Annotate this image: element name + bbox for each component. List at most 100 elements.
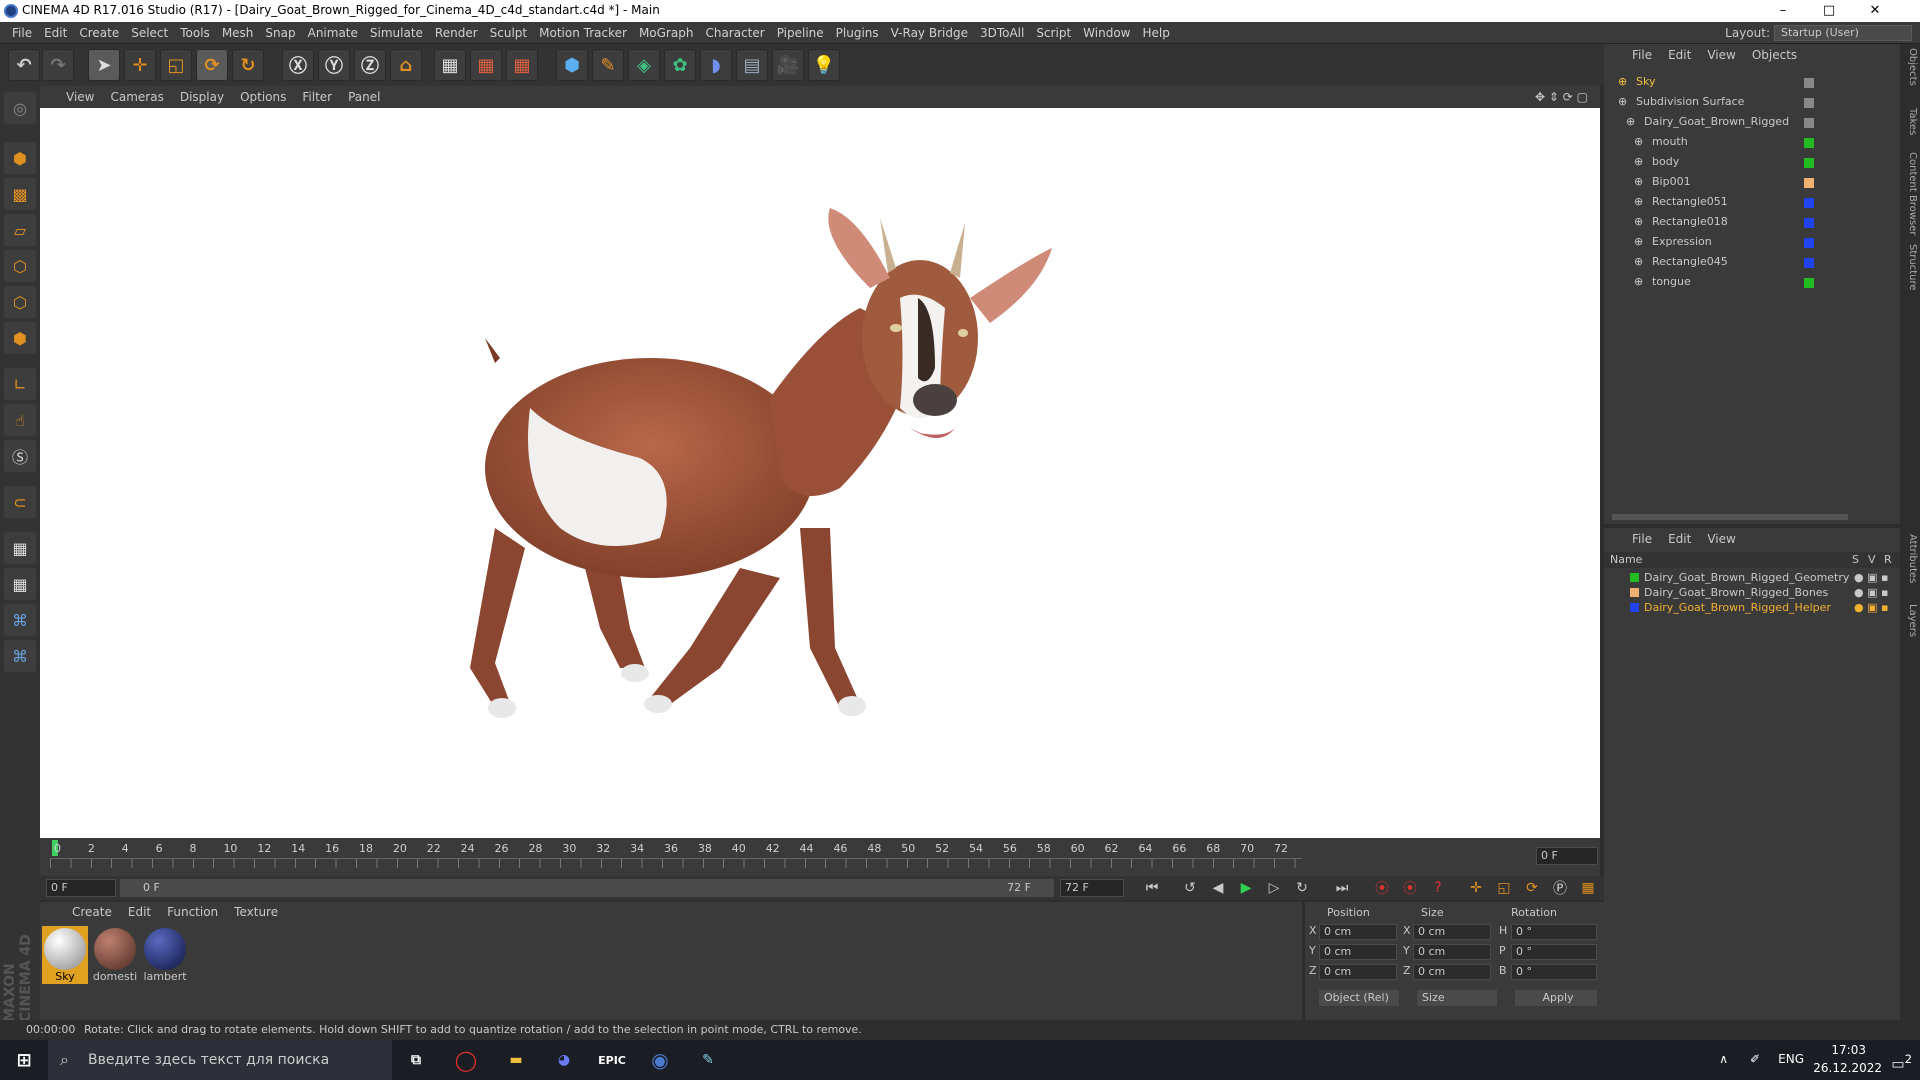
layer-color-swatch[interactable] (1804, 238, 1814, 248)
viewport-menu-display[interactable]: Display (172, 86, 232, 108)
y-axis-lock-icon[interactable]: Ⓨ (318, 49, 350, 81)
menu-mesh[interactable]: Mesh (216, 22, 260, 44)
start-frame-field[interactable]: 0 F (46, 879, 116, 897)
undo-icon[interactable]: ↶ (8, 49, 40, 81)
menu-tools[interactable]: Tools (174, 22, 216, 44)
layer-toggles-icon[interactable]: ● ▣ ▪ (1854, 570, 1888, 585)
go-to-start-icon[interactable]: ⏮ (1140, 877, 1164, 899)
next-key-icon[interactable]: ↻ (1290, 877, 1314, 899)
menu-plugins[interactable]: Plugins (830, 22, 885, 44)
material-menu-edit[interactable]: Edit (120, 902, 159, 922)
pen-spline-icon[interactable]: ✎ (592, 49, 624, 81)
menu-file[interactable]: File (6, 22, 38, 44)
viewport-menu-filter[interactable]: Filter (294, 86, 340, 108)
key-rotation-icon[interactable]: ⟳ (1520, 877, 1544, 899)
key-pla-icon[interactable]: ▦ (1576, 877, 1600, 899)
viewport-menu-panel[interactable]: Panel (340, 86, 388, 108)
axis-mode-icon[interactable]: ∟ (4, 368, 36, 400)
layer-row[interactable]: Dairy_Goat_Brown_Rigged_Geometry ● ▣ ▪ (1604, 570, 1900, 585)
object-row[interactable]: ⊕ Rectangle045 (1604, 252, 1894, 272)
object-menu-file[interactable]: File (1624, 44, 1660, 66)
object-row[interactable]: ⊕ body (1604, 152, 1894, 172)
redo-icon[interactable]: ↷ (42, 49, 74, 81)
menu-help[interactable]: Help (1136, 22, 1175, 44)
rotation-field[interactable]: 0 ° (1511, 944, 1597, 960)
workplane-icon[interactable]: ▱ (4, 214, 36, 246)
recent-tool-icon[interactable]: ↻ (232, 49, 264, 81)
coordinate-system-icon[interactable]: ⌂ (390, 49, 422, 81)
key-scale-icon[interactable]: ◱ (1492, 877, 1516, 899)
points-mode-icon[interactable]: ⬡ (4, 250, 36, 282)
size-field[interactable]: 0 cm (1413, 944, 1491, 960)
menu-motion-tracker[interactable]: Motion Tracker (533, 22, 633, 44)
layer-toggles-icon[interactable]: ● ▣ ▪ (1854, 585, 1888, 600)
position-field[interactable]: 0 cm (1319, 964, 1397, 980)
tab-structure[interactable]: Structure (1902, 244, 1918, 291)
material-menu-create[interactable]: Create (64, 902, 120, 922)
layer-color-swatch[interactable] (1804, 78, 1814, 88)
layout-select[interactable]: Startup (User) (1774, 25, 1912, 41)
layer-color-swatch[interactable] (1804, 218, 1814, 228)
viewport-3d[interactable] (40, 108, 1600, 838)
minimize-button[interactable]: – (1760, 0, 1806, 22)
close-button[interactable]: ✕ (1852, 0, 1898, 22)
frame-range-slider[interactable]: 0 F 72 F (120, 879, 1054, 897)
menu-animate[interactable]: Animate (302, 22, 364, 44)
python-icon[interactable]: ⌘ (4, 604, 36, 636)
layer-color-swatch[interactable] (1630, 603, 1639, 612)
object-row[interactable]: ⊕ mouth (1604, 132, 1894, 152)
file-explorer-icon[interactable]: ▬ (500, 1046, 532, 1074)
model-mode-icon[interactable]: ⬢ (4, 142, 36, 174)
render-picture-viewer-icon[interactable]: ▦ (470, 49, 502, 81)
tab-content-browser[interactable]: Content Browser (1902, 152, 1918, 235)
cinema4d-taskbar-icon[interactable]: ◉ (644, 1046, 676, 1074)
material-sky[interactable]: Sky (42, 926, 88, 984)
next-frame-icon[interactable]: ▷ (1262, 877, 1286, 899)
material-menu-texture[interactable]: Texture (226, 902, 286, 922)
z-axis-lock-icon[interactable]: Ⓩ (354, 49, 386, 81)
tray-language[interactable]: ENG (1778, 1052, 1804, 1066)
layer-toggles-icon[interactable]: ● ▣ ▪ (1854, 600, 1888, 615)
timeline[interactable]: 0 2 4 6 8 10 12 14 16 18 20 22 24 26 28 30 32 34 36 38 40 42 4… (40, 838, 1600, 876)
subdivision-surface-icon[interactable]: ◈ (628, 49, 660, 81)
x-axis-lock-icon[interactable]: Ⓧ (282, 49, 314, 81)
layer-row[interactable]: Dairy_Goat_Brown_Rigged_Helper ● ▣ ▪ (1604, 600, 1900, 615)
tab-objects[interactable]: Objects (1902, 48, 1918, 86)
epic-games-icon[interactable]: EPIC (596, 1046, 628, 1074)
object-scrollbar[interactable] (1612, 514, 1848, 520)
previous-key-icon[interactable]: ↺ (1178, 877, 1202, 899)
autokey-icon[interactable]: ⦿ (1398, 877, 1422, 899)
menu-character[interactable]: Character (699, 22, 770, 44)
object-row[interactable]: ⊕ Expression (1604, 232, 1894, 252)
menu-simulate[interactable]: Simulate (364, 22, 429, 44)
select-arrow-icon[interactable]: ➤ (88, 49, 120, 81)
size-field[interactable]: 0 cm (1413, 924, 1491, 940)
menu-select[interactable]: Select (125, 22, 174, 44)
camera-icon[interactable]: 🎥 (772, 49, 804, 81)
texture-mode-icon[interactable]: ▩ (4, 178, 36, 210)
pen-icon[interactable]: ✐ (1750, 1052, 1760, 1066)
layer-color-swatch[interactable] (1804, 158, 1814, 168)
menu-vray-bridge[interactable]: V-Ray Bridge (885, 22, 974, 44)
menu-sculpt[interactable]: Sculpt (484, 22, 533, 44)
menu-pipeline[interactable]: Pipeline (771, 22, 830, 44)
menu-create[interactable]: Create (73, 22, 125, 44)
maximize-button[interactable]: □ (1806, 0, 1852, 22)
cloner-icon[interactable]: ✿ (664, 49, 696, 81)
layer-color-swatch[interactable] (1630, 588, 1639, 597)
tray-date[interactable]: 26.12.2022 (1813, 1061, 1882, 1075)
menu-mograph[interactable]: MoGraph (633, 22, 700, 44)
discord-icon[interactable]: ◕ (548, 1046, 580, 1074)
menu-edit[interactable]: Edit (38, 22, 73, 44)
position-field[interactable]: 0 cm (1319, 944, 1397, 960)
object-row[interactable]: ⊕ Subdivision Surface (1604, 92, 1894, 112)
layer-menu-file[interactable]: File (1624, 528, 1660, 550)
light-icon[interactable]: 💡 (808, 49, 840, 81)
tray-chevron-icon[interactable]: ∧ (1719, 1052, 1728, 1066)
object-menu-edit[interactable]: Edit (1660, 44, 1699, 66)
object-menu-objects[interactable]: Objects (1744, 44, 1805, 66)
snap-icon[interactable]: Ⓢ (4, 440, 36, 472)
viewport-nav-icons[interactable]: ✥ ⇕ ⟳ ▢ (1527, 86, 1596, 108)
move-icon[interactable]: ✛ (124, 49, 156, 81)
tweak-mode-icon[interactable]: ☝ (4, 404, 36, 436)
